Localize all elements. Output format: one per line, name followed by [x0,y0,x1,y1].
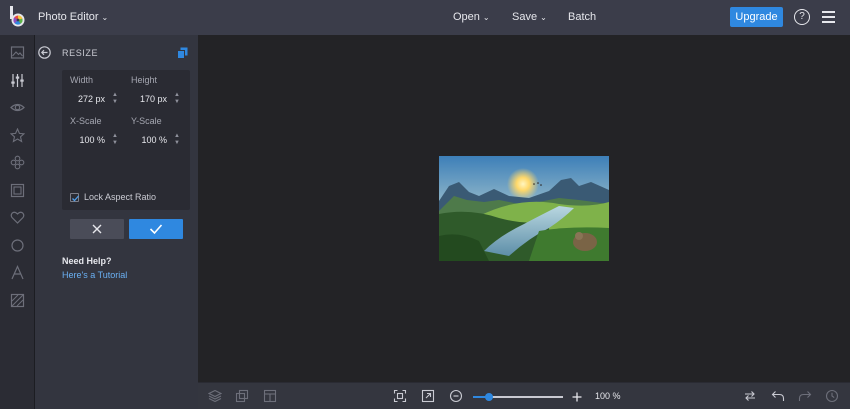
frame-icon[interactable] [10,183,25,198]
help-heading: Need Help? [62,256,112,266]
app-title-menu[interactable]: Photo Editor ⌄ [38,11,108,23]
yscale-input[interactable]: 100 % ▲ ▼ [129,130,184,148]
lock-aspect-ratio-checkbox[interactable] [70,193,79,202]
copy-icon[interactable] [177,46,188,59]
redo-icon[interactable] [798,389,812,403]
chevron-down-icon: ⌄ [540,13,547,22]
eye-icon[interactable] [10,100,25,115]
chevron-down-icon: ⌄ [101,13,109,22]
zoom-slider-thumb[interactable] [485,393,493,401]
open-menu-label: Open [453,11,480,23]
bottom-toolbar: 100 % [198,382,850,409]
back-arrow-icon[interactable] [38,46,51,59]
height-input[interactable]: 170 px ▲ ▼ [129,89,184,107]
collage-icon[interactable] [263,389,277,403]
text-icon[interactable] [10,265,25,280]
save-menu[interactable]: Save ⌄ [512,11,547,23]
height-label: Height [131,75,158,85]
texture-icon[interactable] [10,293,25,308]
photo-editor-app: Photo Editor ⌄ Open ⌄ Save ⌄ Batch Upgrade … [0,0,850,409]
undo-icon[interactable] [771,389,785,403]
zoom-level: 100 % [595,391,621,401]
width-label: Width [70,75,94,85]
open-menu[interactable]: Open ⌄ [453,11,490,23]
fit-to-screen-icon[interactable] [393,389,407,403]
zoom-out-icon[interactable] [449,389,463,403]
batch-menu[interactable]: Batch [568,11,596,23]
app-title: Photo Editor [38,11,99,23]
check-icon [149,224,163,235]
top-bar: Photo Editor ⌄ Open ⌄ Save ⌄ Batch Upgrade … [0,0,850,35]
photo-image[interactable] [439,156,609,261]
image-icon[interactable] [10,45,25,60]
lock-aspect-ratio-label: Lock Aspect Ratio [84,192,157,202]
duplicate-icon[interactable] [235,389,249,403]
batch-menu-label: Batch [568,11,597,23]
help-icon[interactable]: ? [794,9,810,25]
xscale-label: X-Scale [70,116,102,126]
width-input[interactable]: 272 px ▲ ▼ [67,89,122,107]
yscale-value: 100 % [141,135,167,145]
tool-sidebar [0,35,35,409]
save-menu-label: Save [512,11,538,23]
xscale-value: 100 % [79,135,105,145]
app-logo[interactable] [9,6,27,28]
width-stepper[interactable]: ▲ ▼ [111,92,119,106]
yscale-label: Y-Scale [131,116,162,126]
resize-panel: RESIZE Width 272 px ▲ ▼ Height 170 px ▲ ▼ … [35,35,198,409]
upgrade-button[interactable]: Upgrade [730,7,783,27]
panel-title: RESIZE [62,48,99,58]
resize-controls: Width 272 px ▲ ▼ Height 170 px ▲ ▼ X-Scale… [62,70,190,210]
chevron-down-icon: ⌄ [482,13,490,22]
star-icon[interactable] [9,127,26,143]
heart-icon[interactable] [10,210,25,225]
compare-icon[interactable] [743,389,757,403]
circle-icon[interactable] [10,238,25,253]
canvas-area [198,35,850,382]
cancel-button[interactable] [70,219,124,239]
hamburger-menu-icon[interactable] [822,11,835,23]
close-icon [92,224,102,234]
height-value: 170 px [139,94,167,104]
xscale-input[interactable]: 100 % ▲ ▼ [67,130,122,148]
width-value: 272 px [77,94,105,104]
tutorial-link[interactable]: Here's a Tutorial [62,270,127,280]
history-icon[interactable] [825,389,839,403]
expand-icon[interactable] [421,389,435,403]
layers-icon[interactable] [207,389,223,403]
sliders-icon[interactable] [10,73,25,88]
height-stepper[interactable]: ▲ ▼ [173,92,181,106]
zoom-in-icon[interactable] [570,390,584,404]
zoom-slider[interactable] [473,393,563,401]
xscale-stepper[interactable]: ▲ ▼ [111,133,119,147]
apply-button[interactable] [129,219,183,239]
effects-icon[interactable] [10,155,25,170]
yscale-stepper[interactable]: ▲ ▼ [173,133,181,147]
